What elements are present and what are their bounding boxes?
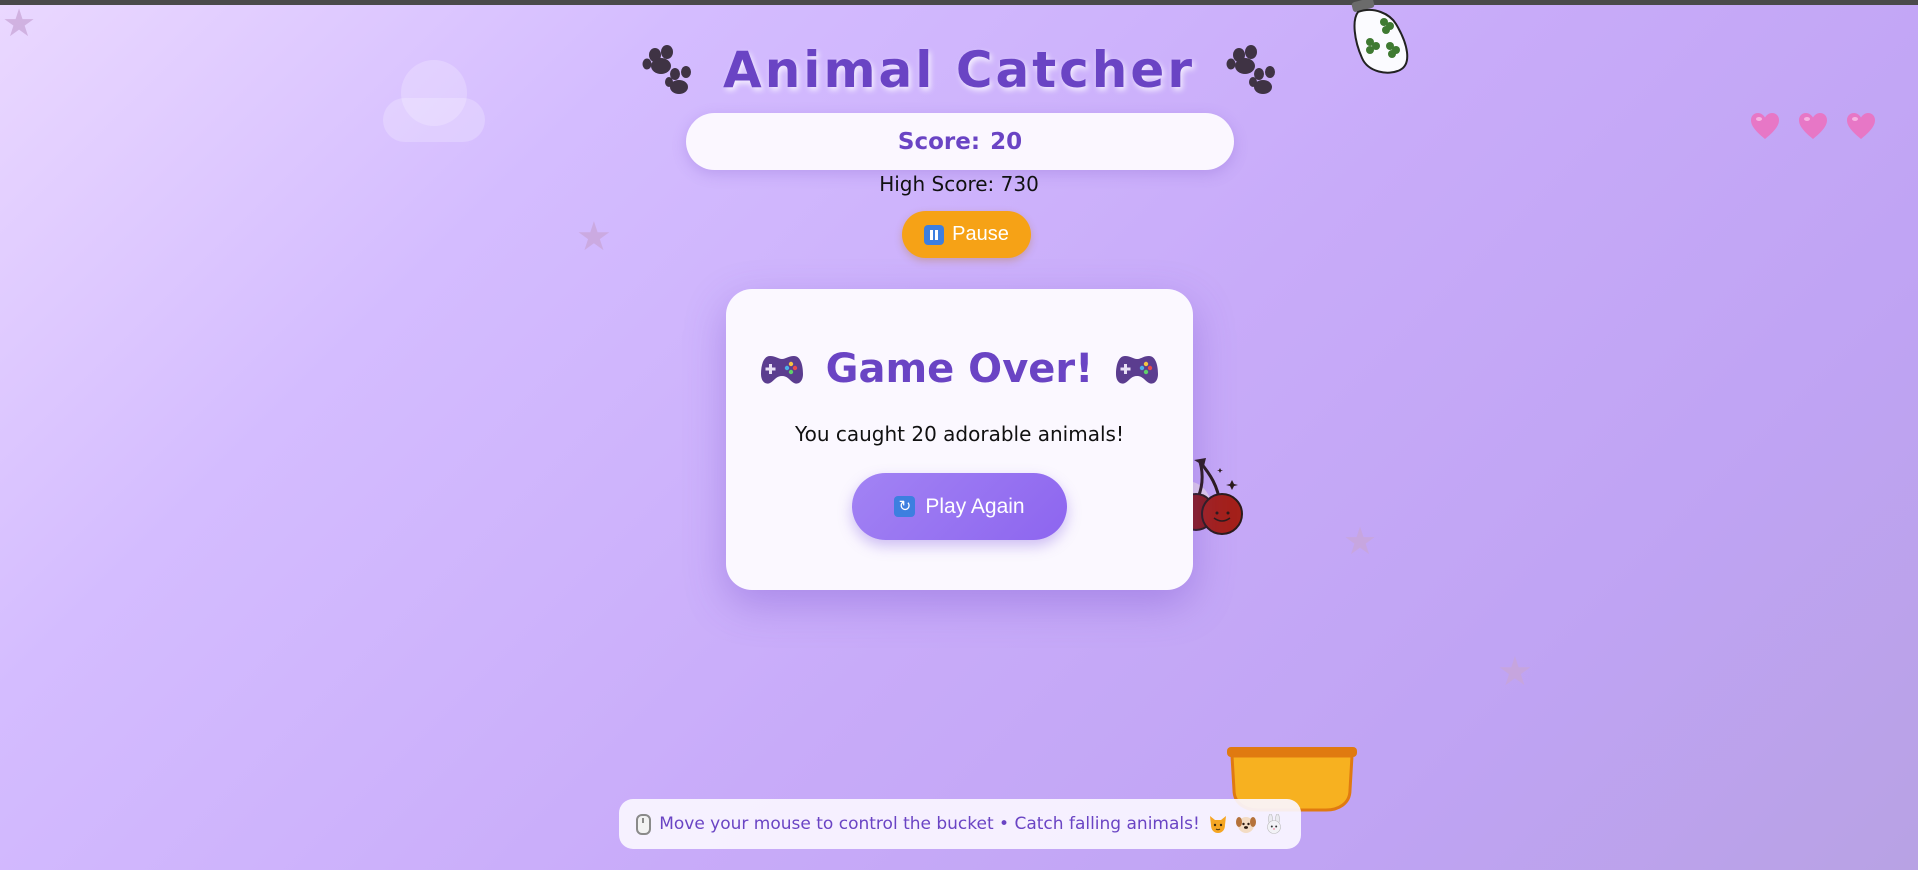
window-top-bar [0, 0, 1918, 5]
star-decoration: ★ [1343, 519, 1378, 563]
instructions-bar: Move your mouse to control the bucket • … [619, 799, 1301, 849]
star-decoration: ★ [1497, 649, 1533, 695]
cat-icon [1209, 816, 1226, 833]
high-score: High Score: 730 [879, 172, 1039, 196]
paw-prints-icon [1226, 45, 1275, 94]
falling-clover-jar [1351, 0, 1409, 74]
mouse-icon [636, 813, 652, 835]
heart-icon [1751, 113, 1779, 139]
lives-display [1750, 112, 1876, 140]
gamepad-icon [760, 356, 803, 384]
heart-icon [1799, 113, 1827, 139]
game-over-dialog: Game Over! You caught 20 adorable animal… [726, 289, 1193, 590]
score-display: Score: 20 [686, 113, 1234, 170]
game-over-title: Game Over! [825, 346, 1094, 392]
game-title: Animal Catcher [723, 41, 1195, 99]
refresh-icon: ↻ [894, 496, 916, 517]
game-over-message: You caught 20 adorable animals! [795, 422, 1124, 446]
gamepad-icon [1116, 356, 1159, 384]
dog-icon [1235, 817, 1256, 833]
play-again-label: Play Again [925, 494, 1025, 518]
score-value: 20 [990, 128, 1023, 155]
pause-button-label: Pause [952, 223, 1009, 245]
heart-icon [1847, 113, 1875, 139]
game-over-header: Game Over! [726, 339, 1193, 399]
score-label: Score: [897, 128, 981, 155]
pause-icon [924, 224, 945, 245]
play-again-button[interactable]: ↻ Play Again [852, 473, 1067, 540]
rabbit-icon [1266, 814, 1281, 834]
game-header: Animal Catcher [0, 32, 1918, 108]
paw-prints-icon [642, 45, 692, 94]
pause-button[interactable]: Pause [902, 211, 1031, 258]
star-decoration: ★ [576, 214, 612, 260]
instructions-text: Move your mouse to control the bucket • … [659, 814, 1200, 834]
